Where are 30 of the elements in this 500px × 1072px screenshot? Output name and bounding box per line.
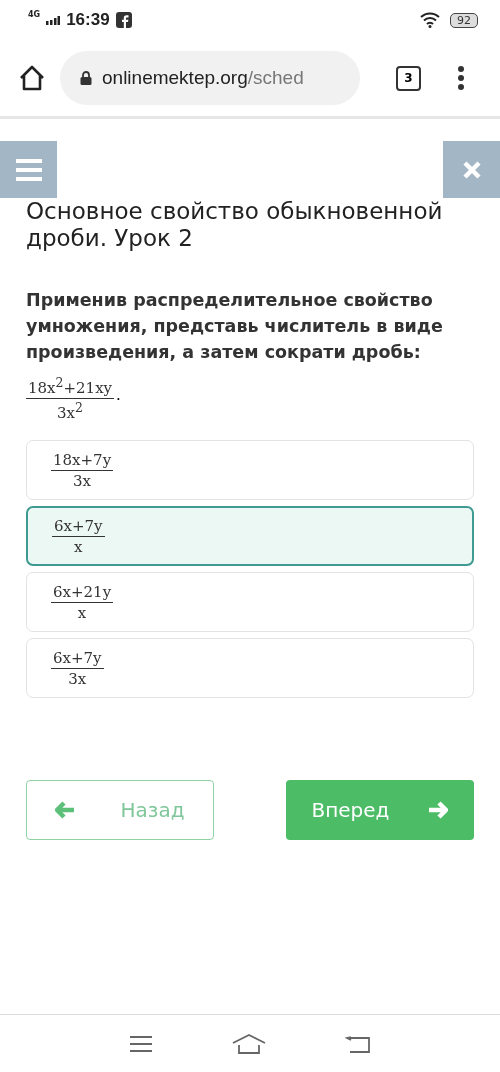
menu-icon: [15, 158, 42, 181]
answer-fraction: 18x+7y 3x: [51, 450, 114, 490]
close-icon: [461, 159, 482, 180]
lock-icon: [80, 71, 92, 85]
answer-fraction: 6x+21y x: [51, 582, 114, 622]
arrow-left-icon: [55, 801, 76, 819]
home-icon[interactable]: [18, 64, 46, 92]
period: .: [116, 386, 121, 404]
expression-fraction: 18x$^{2}$+21xy 3x$^{2}$: [26, 375, 115, 422]
answer-option[interactable]: 6x+21y x: [26, 572, 474, 632]
question-text: Применив распределительное свойство умножения, представь числитель в виде произведения, а затем сократи дробь:: [26, 289, 444, 364]
answer-fraction: 6x+7y 3x: [51, 648, 104, 688]
address-bar[interactable]: onlinemektep.org/sched: [60, 51, 360, 105]
more-icon[interactable]: [457, 65, 465, 91]
answer-option[interactable]: 6x+7y 3x: [26, 638, 474, 698]
back-icon[interactable]: [344, 1033, 371, 1054]
status-time: 16:39: [66, 10, 110, 30]
menu-icon[interactable]: [129, 1034, 154, 1053]
battery-level: 92: [450, 12, 478, 28]
network-type: 4G: [28, 10, 41, 19]
arrow-right-icon: [428, 801, 449, 819]
url-text: onlinemektep.org/sched: [102, 67, 304, 89]
answer-option[interactable]: 6x+7y x: [26, 506, 474, 566]
wifi-icon: [420, 12, 440, 28]
answer-option[interactable]: 18x+7y 3x: [26, 440, 474, 500]
answer-fraction: 6x+7y x: [52, 516, 105, 556]
tab-count[interactable]: 3: [396, 65, 421, 91]
signal-icon: [46, 15, 61, 25]
lesson-title: Основное свойство обыкновенной дроби. Урок 2: [26, 198, 444, 252]
social-app-icon: [115, 12, 132, 28]
